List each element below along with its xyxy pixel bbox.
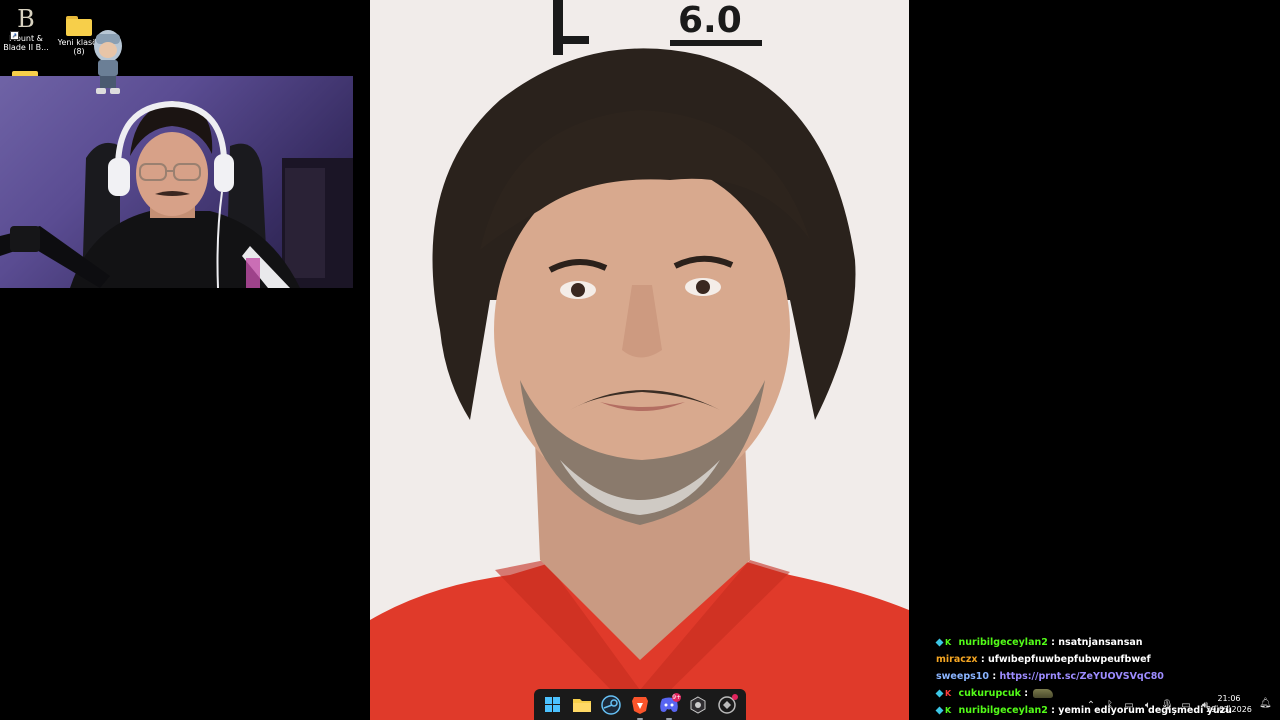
obs-icon xyxy=(690,695,706,714)
discord-button[interactable]: 9+ xyxy=(657,692,682,720)
chat-separator: : xyxy=(1051,637,1055,648)
brave-button[interactable] xyxy=(628,693,652,720)
notification-badge: 9+ xyxy=(672,692,682,702)
chat-text: ufwıbepfıuwbepfubwpeufbwef xyxy=(987,654,1151,665)
mic-icon[interactable]: 🎙︎ xyxy=(1161,700,1174,711)
chat-message: sweeps10 : https://prnt.sc/ZeYUOVSVqC80 xyxy=(936,668,1236,685)
brave-lion-icon xyxy=(631,696,648,714)
svg-text:6.0: 6.0 xyxy=(678,0,742,41)
chat-username: nuribilgeceylan2 xyxy=(958,705,1048,716)
kick-badge-icon: K xyxy=(945,638,952,647)
chat-link[interactable]: https://prnt.sc/ZeYUOVSVqC80 xyxy=(999,671,1163,682)
badge-icon xyxy=(935,689,944,698)
kick-badge-icon: K xyxy=(945,706,952,715)
shortcut-arrow-icon: ↗ xyxy=(10,31,19,40)
network-icon[interactable]: ▭ xyxy=(1123,700,1135,711)
mugshot-image: 6.0 xyxy=(370,0,909,720)
badge-icon xyxy=(935,638,944,647)
chat-message: miraczx : ufwıbepfıuwbepfubwpeufbwef xyxy=(936,651,1236,668)
tank-emote-icon xyxy=(1033,689,1054,698)
misc-app-button[interactable] xyxy=(715,693,739,717)
character-sticker xyxy=(88,26,128,98)
notification-bell-icon[interactable]: 🔔︎ xyxy=(1259,698,1272,709)
bluetooth-icon[interactable]: ᛒ xyxy=(1104,700,1116,711)
windows-logo-icon xyxy=(545,697,561,712)
desktop-icon-mount-blade[interactable]: B ↗ Mount & Blade II B... xyxy=(0,6,52,52)
chat-separator: : xyxy=(1024,688,1029,699)
obs-button[interactable] xyxy=(686,693,710,717)
notification-dot xyxy=(732,693,739,700)
chat-username: cukurupcuk xyxy=(958,688,1021,699)
file-explorer-button[interactable] xyxy=(570,693,594,717)
chat-message: K nuribilgeceylan2 : nsatnjansansan xyxy=(935,634,1236,651)
volume-icon[interactable]: 🔈︎ xyxy=(1142,700,1154,711)
chat-username: sweeps10 xyxy=(936,671,989,682)
system-tray: ⌃ ᛒ ▭ 🔈︎ 🎙︎ ▭ 🔊︎ xyxy=(1085,692,1211,718)
display-icon[interactable]: ▭ xyxy=(1180,700,1192,711)
mount-blade-icon: B xyxy=(17,5,35,33)
taskbar: 9+ xyxy=(534,689,746,720)
clock-time: 21:06 xyxy=(1217,694,1241,703)
webcam-overlay xyxy=(0,76,353,288)
start-button[interactable] xyxy=(541,693,565,717)
steam-icon xyxy=(601,694,621,715)
clock-date: 29.03.2026 xyxy=(1206,705,1252,714)
chevron-up-icon[interactable]: ⌃ xyxy=(1085,700,1097,711)
chat-username: miraczx xyxy=(936,654,978,665)
desktop: B ↗ Mount & Blade II B... Yeni klasör (8… xyxy=(0,0,1280,720)
folder-icon xyxy=(572,698,591,712)
steam-button[interactable] xyxy=(599,693,623,717)
kick-badge-icon: K xyxy=(945,689,952,698)
chat-separator: : xyxy=(992,671,997,682)
chat-text: nsatnjansansan xyxy=(1058,637,1143,648)
clock[interactable]: 21:06 29.03.2026 xyxy=(1206,693,1252,715)
chat-username: nuribilgeceylan2 xyxy=(958,637,1048,648)
chat-separator: : xyxy=(980,654,985,665)
badge-icon xyxy=(935,706,944,715)
chat-separator: : xyxy=(1051,705,1055,716)
